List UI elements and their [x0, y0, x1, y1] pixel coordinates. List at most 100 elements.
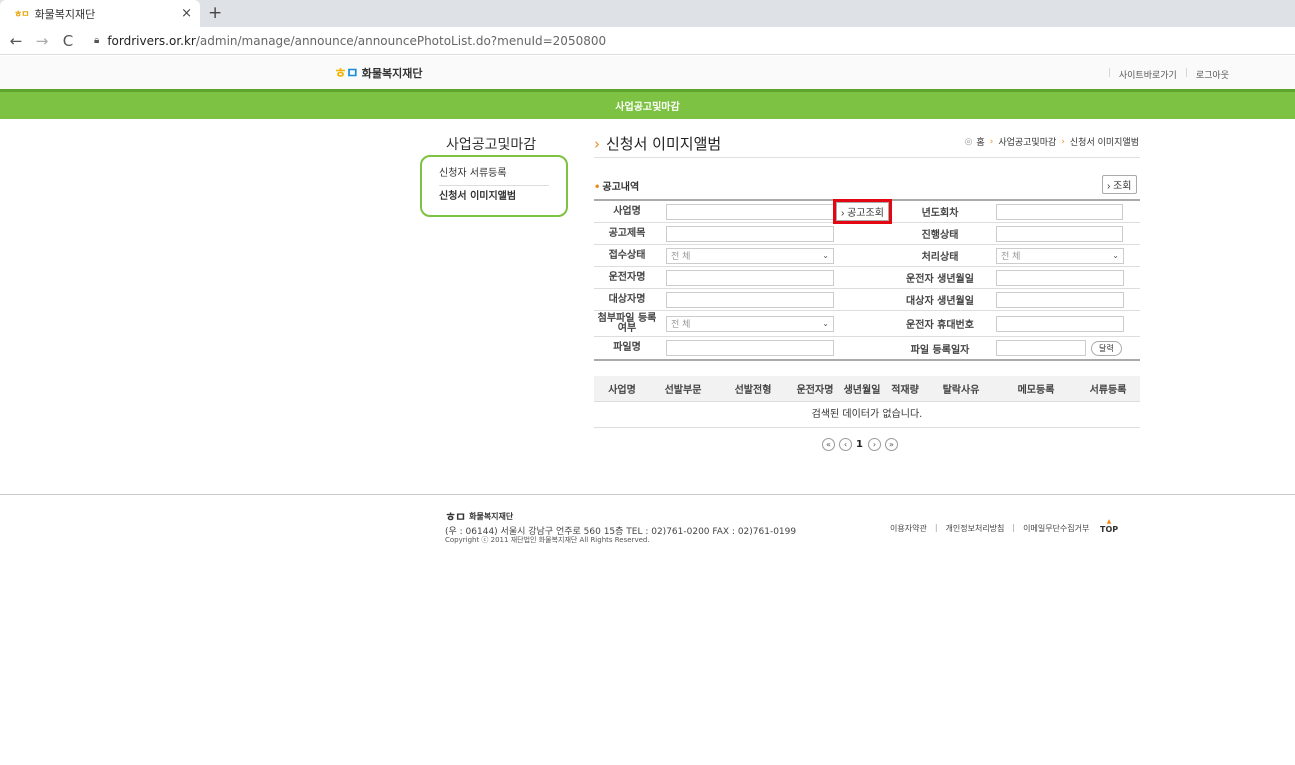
sidebar-title: 사업공고및마감 [446, 137, 537, 153]
notice-title-input[interactable] [666, 225, 834, 242]
back-icon[interactable]: ← [6, 32, 26, 50]
utility-links: | 사이트바로가기 | 로그아웃 [1107, 68, 1229, 81]
top-button[interactable]: ▲ TOP [1100, 518, 1118, 534]
section-title: • 공고내역 [594, 182, 640, 193]
footer-privacy-link[interactable]: 개인정보처리방침 [946, 523, 1005, 534]
label-notice-title: 공고제목 [608, 227, 646, 239]
attach-yn-select[interactable]: 전 체 ⌄ [666, 315, 834, 332]
logo-mark-icon: ㅎㅁ [334, 66, 359, 82]
empty-message: 검색된 데이터가 없습니다. [594, 402, 1140, 428]
label-driver-phone: 운전자 휴대번호 [906, 320, 974, 331]
browser-tab-bar: ㅎㅁ 화물복지재단 × + [0, 0, 1295, 27]
footer-logo-icon: ㅎㅁ [445, 510, 466, 524]
driver-name-input[interactable] [666, 269, 834, 286]
footer-links: 이용자약관 | 개인정보처리방침 | 이메일무단수집거부 [890, 523, 1090, 534]
logout-link[interactable]: 로그아웃 [1196, 68, 1229, 81]
form-row: 첨부파일 등록여부 전 체 ⌄ 운전자 휴대번호 [594, 311, 1140, 337]
close-tab-icon[interactable]: × [181, 6, 192, 21]
search-form: 사업명 › 공고조회 년도회차 공고제목 진행상태 접수상태 전 체 ⌄ 처리상태… [594, 199, 1140, 361]
title-arrow-icon: › [594, 135, 600, 153]
form-row: 운전자명 운전자 생년월일 [594, 267, 1140, 289]
driver-phone-input[interactable] [996, 315, 1124, 332]
sidebar-item-image-album[interactable]: 신청서 이미지앨범 [439, 186, 549, 209]
page-number[interactable]: 1 [856, 439, 863, 450]
file-name-input[interactable] [666, 340, 834, 356]
chevron-down-icon: ⌄ [1112, 251, 1119, 260]
arrow-up-icon: ▲ [1106, 518, 1112, 525]
search-notice-button[interactable]: › 공고조회 [833, 199, 892, 224]
label-target-birth: 대상자 생년월일 [906, 296, 974, 307]
browser-toolbar: ← → C 🔒︎ fordrivers.or.kr /admin/manage/… [0, 27, 1295, 55]
label-driver-birth: 운전자 생년월일 [906, 274, 974, 285]
calendar-button[interactable]: 달력 [1091, 340, 1122, 356]
col-driver-name: 운전자명 [796, 385, 834, 396]
target-name-input[interactable] [666, 291, 834, 308]
breadcrumb-section[interactable]: 사업공고및마감 [998, 135, 1056, 148]
driver-birth-input[interactable] [996, 269, 1124, 286]
next-page-icon[interactable]: › [867, 438, 881, 451]
footer-email-link[interactable]: 이메일무단수집거부 [1023, 523, 1089, 534]
form-row: 공고제목 진행상태 [594, 223, 1140, 245]
last-page-icon[interactable]: » [884, 438, 898, 451]
footer-terms-link[interactable]: 이용자약관 [890, 523, 927, 534]
breadcrumb-home[interactable]: 홈 [976, 135, 984, 148]
label-receipt-status: 접수상태 [608, 249, 646, 261]
site-header: ㅎㅁ 화물복지재단 | 사이트바로가기 | 로그아웃 [0, 56, 1295, 89]
label-progress-status: 진행상태 [921, 230, 959, 241]
browser-tab[interactable]: ㅎㅁ 화물복지재단 × [0, 0, 200, 27]
col-load: 적재량 [891, 385, 919, 396]
forward-icon[interactable]: → [32, 32, 52, 50]
new-tab-icon[interactable]: + [208, 3, 222, 23]
lock-icon: 🔒︎ [94, 35, 100, 46]
main-nav-item[interactable]: 사업공고및마감 [615, 98, 679, 113]
prev-page-icon[interactable]: ‹ [839, 438, 852, 451]
footer-copyright: Copyright ⓒ 2011 재단법인 화물복지재단 All Rights … [445, 536, 650, 544]
target-birth-input[interactable] [996, 291, 1124, 308]
sidebar-menu: 신청자 서류등록 신청서 이미지앨범 [420, 155, 568, 217]
url-path: /admin/manage/announce/announcePhotoList… [195, 33, 607, 48]
form-row: 사업명 › 공고조회 년도회차 [594, 199, 1140, 224]
results-header: 사업명 선발부문 선발전형 운전자명 생년월일 적재량 탈락사유 메모등록 서류… [594, 376, 1140, 402]
title-divider [594, 157, 1140, 158]
breadcrumb: ◎ 홈 › 사업공고및마감 › 신청서 이미지앨범 [964, 135, 1139, 149]
label-process-status: 처리상태 [921, 252, 959, 263]
label-year-round: 년도회차 [921, 208, 959, 219]
receipt-status-select[interactable]: 전 체 ⌄ [666, 247, 834, 264]
label-business-name: 사업명 [613, 205, 641, 217]
col-birth: 생년월일 [843, 385, 881, 396]
col-selection-type: 선발전형 [734, 385, 772, 396]
label-file-name: 파일명 [613, 342, 641, 353]
chevron-down-icon: ⌄ [822, 251, 829, 260]
col-selection-dept: 선발부문 [664, 385, 702, 396]
site-favicon-icon: ㅎㅁ [14, 10, 30, 20]
label-file-reg-date: 파일 등록일자 [910, 344, 970, 356]
form-row: 접수상태 전 체 ⌄ 처리상태 전 체 ⌄ [594, 245, 1140, 267]
inquiry-button[interactable]: › 조회 [1102, 175, 1137, 194]
col-memo: 메모등록 [1017, 385, 1055, 396]
pagination: « ‹ 1 › » [822, 438, 902, 451]
col-drop-reason: 탈락사유 [942, 385, 980, 396]
progress-status-input[interactable] [996, 225, 1123, 242]
business-name-input[interactable] [666, 203, 834, 220]
col-docs: 서류등록 [1089, 385, 1127, 396]
label-attach-yn: 첨부파일 등록여부 [597, 312, 657, 334]
process-status-select[interactable]: 전 체 ⌄ [996, 247, 1124, 264]
chevron-down-icon: ⌄ [822, 319, 829, 328]
sidebar-item-applicant-docs[interactable]: 신청자 서류등록 [439, 163, 549, 186]
logo-text: 화물복지재단 [361, 67, 423, 80]
address-bar[interactable]: 🔒︎ fordrivers.or.kr /admin/manage/announ… [94, 34, 606, 48]
reload-icon[interactable]: C [58, 32, 78, 50]
year-round-input[interactable] [996, 203, 1123, 220]
home-icon: ◎ [964, 136, 973, 147]
file-reg-date-input[interactable] [996, 340, 1086, 356]
site-shortcut-link[interactable]: 사이트바로가기 [1119, 68, 1177, 81]
col-business-name: 사업명 [608, 385, 636, 396]
footer-divider [0, 494, 1295, 495]
footer-logo: ㅎㅁ 화물복지재단 [445, 510, 514, 524]
site-logo[interactable]: ㅎㅁ 화물복지재단 [334, 63, 423, 83]
label-driver-name: 운전자명 [608, 271, 646, 283]
first-page-icon[interactable]: « [822, 438, 835, 451]
tab-title: 화물복지재단 [34, 7, 96, 21]
form-row: 대상자명 대상자 생년월일 [594, 289, 1140, 311]
form-row: 파일명 파일 등록일자 달력 [594, 337, 1140, 359]
